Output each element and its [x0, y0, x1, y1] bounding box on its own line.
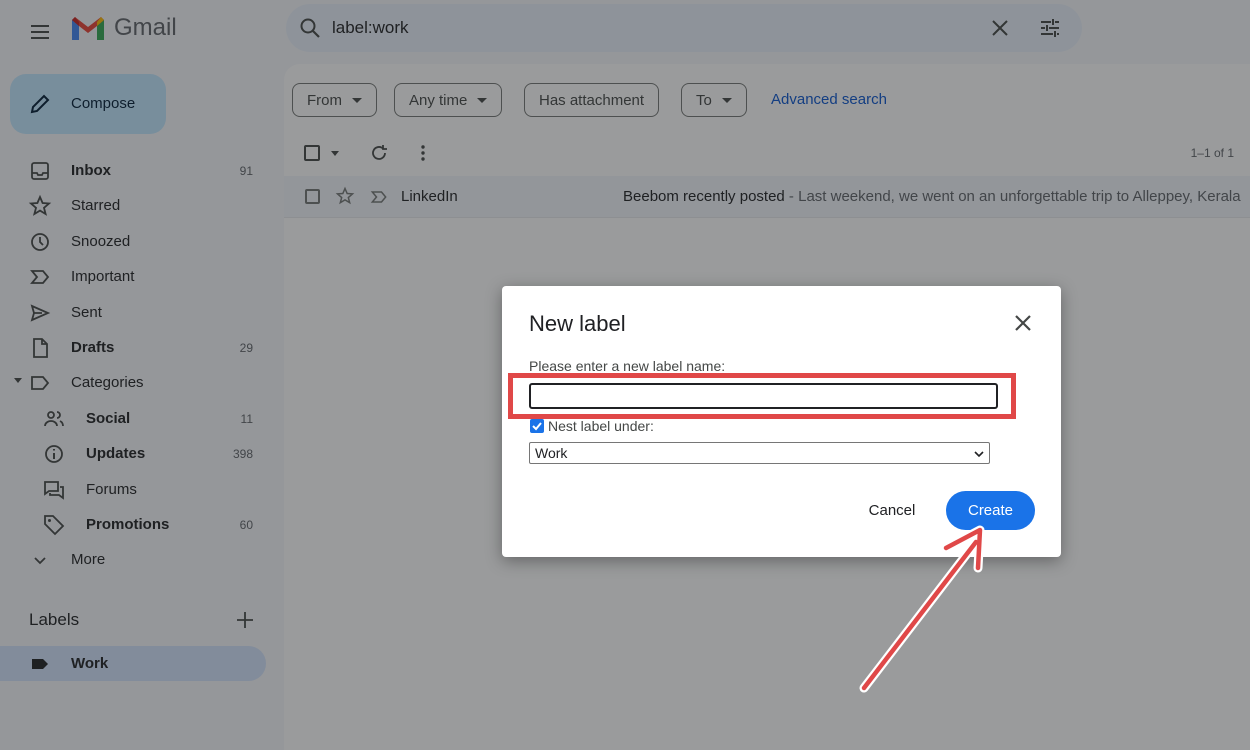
- checkmark-icon: [532, 422, 542, 431]
- new-label-dialog: New label Please enter a new label name:…: [502, 286, 1061, 557]
- create-button[interactable]: Create: [946, 491, 1035, 530]
- chevron-down-icon: [974, 451, 984, 458]
- parent-label-select[interactable]: Work: [529, 442, 990, 464]
- cancel-button[interactable]: Cancel: [850, 490, 934, 530]
- label-name-prompt: Please enter a new label name:: [529, 358, 726, 374]
- nest-label-checkbox[interactable]: [530, 419, 544, 433]
- close-icon[interactable]: [1011, 311, 1035, 335]
- label-name-input[interactable]: [529, 383, 998, 409]
- dialog-title: New label: [529, 311, 626, 336]
- selected-parent-label: Work: [535, 445, 568, 461]
- nest-label-text: Nest label under:: [548, 418, 654, 434]
